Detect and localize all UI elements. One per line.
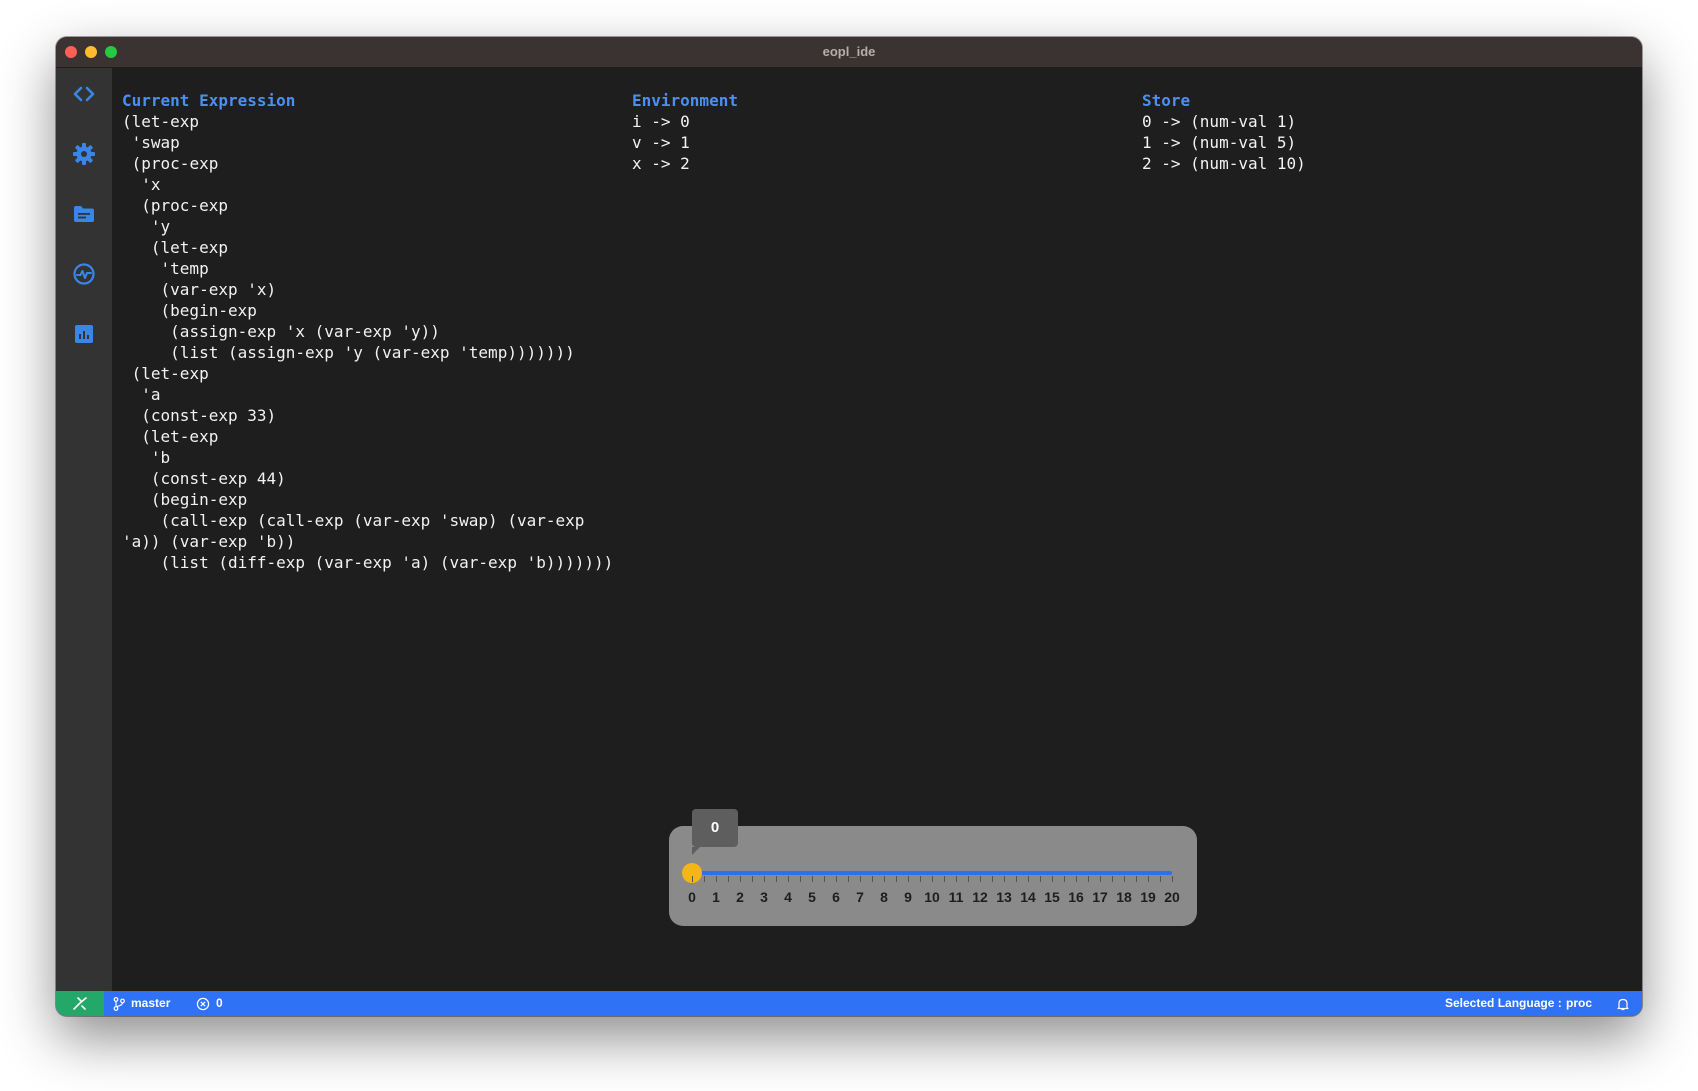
current-expression-code: (let-exp 'swap (proc-exp 'x (proc-exp 'y…	[122, 112, 614, 572]
slider-tick	[788, 876, 789, 882]
slider-track[interactable]	[692, 871, 1172, 875]
step-slider[interactable]: 0 0 1 2 3 4 5 6 7 8 9 10 11 12 13 14 15 16 17 18 19 20	[669, 809, 1197, 926]
slider-tick	[752, 876, 753, 882]
slider-tick	[1040, 876, 1041, 882]
slider-tick	[1088, 876, 1089, 882]
error-icon	[196, 997, 210, 1011]
selected-language-label: Selected Language :	[1445, 996, 1562, 1010]
bell-icon	[1617, 998, 1629, 1010]
slider-tick	[872, 876, 873, 882]
slider-tick	[704, 876, 705, 882]
main-content: Current Expression (let-exp 'swap (proc-…	[112, 68, 1642, 991]
slider-tick	[1112, 876, 1113, 882]
store-cells: 0 -> (num-val 1) 1 -> (num-val 5) 2 -> (…	[1142, 112, 1306, 173]
slider-tick	[728, 876, 729, 882]
status-bar: master 0 Selected Language : proc	[56, 991, 1642, 1016]
slider-tick	[1004, 876, 1005, 882]
slider-tick	[992, 876, 993, 882]
slider-tick	[1172, 876, 1173, 882]
activity-bar	[56, 68, 112, 991]
slider-tick	[692, 876, 693, 882]
slider-tick	[824, 876, 825, 882]
environment-title: Environment	[632, 91, 738, 110]
slider-tick	[716, 876, 717, 882]
slider-tick	[920, 876, 921, 882]
code-icon[interactable]	[70, 80, 98, 108]
selected-language-value[interactable]: proc	[1566, 991, 1592, 1016]
activity-monitor-icon[interactable]	[70, 260, 98, 288]
slider-tick-label: 20	[1164, 889, 1180, 905]
slider-tick	[860, 876, 861, 882]
slider-tick	[956, 876, 957, 882]
environment-bindings: i -> 0 v -> 1 x -> 2	[632, 112, 690, 173]
slider-tick	[1076, 876, 1077, 882]
slider-tick	[1016, 876, 1017, 882]
window-title: eopl_ide	[822, 44, 876, 59]
git-branch-icon	[113, 996, 125, 1011]
notifications-bell-icon[interactable]	[1616, 991, 1636, 1016]
slider-tick	[1160, 876, 1161, 882]
gear-icon[interactable]	[70, 140, 98, 168]
slider-tick	[1124, 876, 1125, 882]
folder-icon[interactable]	[70, 200, 98, 228]
remote-icon	[73, 997, 87, 1010]
slider-value-tooltip: 0	[692, 809, 738, 855]
slider-tick	[776, 876, 777, 882]
problems-indicator[interactable]: 0	[196, 991, 223, 1016]
error-count: 0	[216, 996, 223, 1010]
slider-tick	[884, 876, 885, 882]
slider-tick	[932, 876, 933, 882]
branch-name: master	[131, 996, 171, 1010]
slider-tick	[1136, 876, 1137, 882]
slider-tick	[968, 876, 969, 882]
slider-tick	[812, 876, 813, 882]
slider-tick	[908, 876, 909, 882]
slider-tick	[1052, 876, 1053, 882]
slider-tick	[848, 876, 849, 882]
slider-tick	[740, 876, 741, 882]
slider-tick	[836, 876, 837, 882]
slider-tick	[896, 876, 897, 882]
slider-tick	[764, 876, 765, 882]
environment-pane: Environment i -> 0 v -> 1 x -> 2	[632, 90, 1112, 174]
slider-tick	[1064, 876, 1065, 882]
branch-indicator[interactable]: master	[113, 991, 170, 1016]
slider-tick	[980, 876, 981, 882]
current-expression-pane: Current Expression (let-exp 'swap (proc-…	[122, 90, 622, 573]
title-bar: eopl_ide	[56, 37, 1642, 68]
app-window: eopl_ide Current Expression (let-exp 'sw…	[56, 37, 1642, 1016]
store-pane: Store 0 -> (num-val 1) 1 -> (num-val 5) …	[1142, 90, 1622, 174]
current-expression-title: Current Expression	[122, 91, 296, 110]
slider-tick	[1148, 876, 1149, 882]
slider-tick	[800, 876, 801, 882]
slider-tick	[1100, 876, 1101, 882]
store-title: Store	[1142, 91, 1191, 110]
slider-tick	[944, 876, 945, 882]
chart-icon[interactable]	[70, 320, 98, 348]
remote-indicator[interactable]	[56, 991, 104, 1016]
slider-tick	[1028, 876, 1029, 882]
